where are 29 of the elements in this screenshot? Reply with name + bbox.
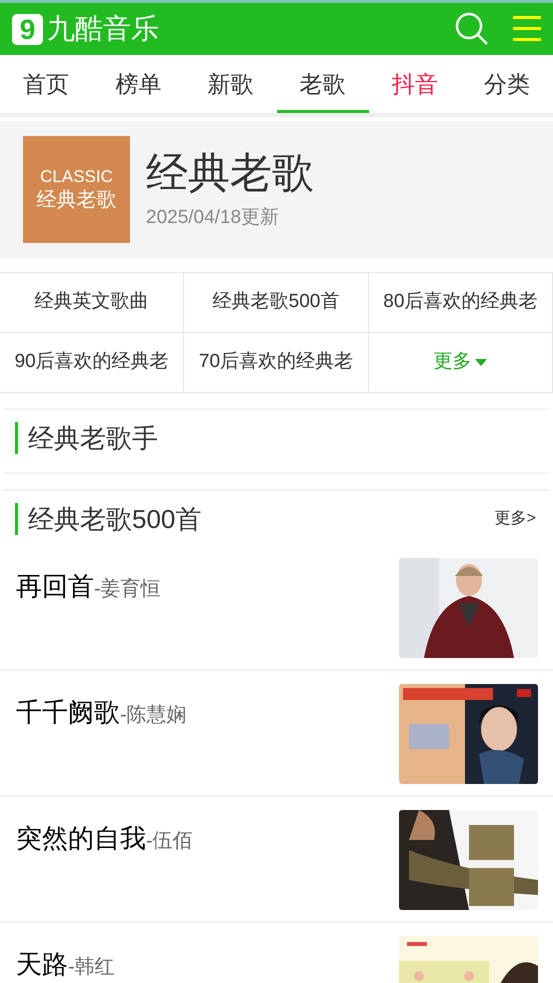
- playlist-title: 经典老歌: [146, 148, 314, 198]
- nav-tab[interactable]: 老歌: [276, 55, 369, 113]
- cover-label: CLASSIC: [40, 166, 113, 188]
- song-title[interactable]: 天路: [16, 949, 68, 979]
- search-icon[interactable]: [455, 12, 489, 46]
- category-link[interactable]: 经典老歌500首: [184, 273, 369, 333]
- song-title[interactable]: 突然的自我: [16, 823, 146, 853]
- artist-name: -姜育恒: [94, 576, 161, 602]
- category-link[interactable]: 经典英文歌曲: [0, 273, 184, 333]
- artist-name: -陈慧娴: [120, 703, 187, 728]
- section-title: 经典老歌手: [15, 422, 158, 454]
- category-link[interactable]: 90后喜欢的经典老: [0, 333, 184, 393]
- more-link[interactable]: 更多>: [494, 507, 536, 531]
- caret-icon: [475, 358, 488, 366]
- song-title[interactable]: 千千阙歌: [16, 697, 120, 727]
- nav-tab[interactable]: 抖音: [368, 55, 461, 113]
- artist-name: -韩红: [68, 955, 115, 980]
- nav-tab[interactable]: 首页: [0, 55, 92, 113]
- artist-name: -伍佰: [146, 829, 193, 854]
- category-link[interactable]: 70后喜欢的经典老: [184, 333, 369, 393]
- song-title[interactable]: 再回首: [16, 571, 94, 601]
- nav-tab[interactable]: 分类: [460, 55, 553, 113]
- cover-title: 经典老歌: [36, 188, 116, 213]
- nav-tab[interactable]: 新歌: [184, 55, 277, 113]
- category-link[interactable]: 80后喜欢的经典老: [368, 273, 553, 333]
- menu-icon[interactable]: [513, 16, 541, 42]
- section-title: 经典老歌500首: [15, 503, 202, 535]
- update-date: 2025/04/18更新: [146, 206, 280, 230]
- nav-tab[interactable]: 榜单: [92, 55, 184, 113]
